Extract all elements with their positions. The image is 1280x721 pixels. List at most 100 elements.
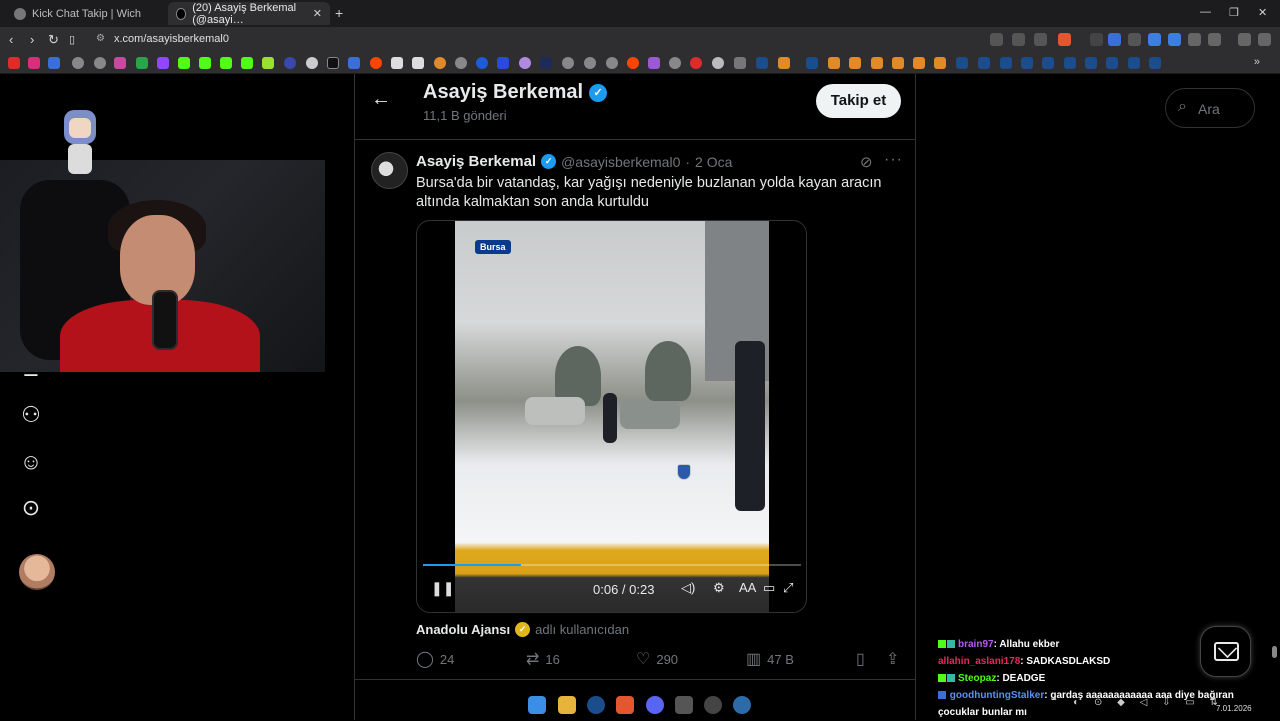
steam-icon[interactable] (587, 696, 605, 714)
bookmark-icon[interactable] (412, 57, 424, 69)
kick-icon[interactable] (199, 57, 211, 69)
wallet-icon[interactable] (1208, 33, 1221, 46)
video-source[interactable]: Anadolu Ajansı ✓ adlı kullanıcıdan (416, 622, 629, 637)
instagram-icon[interactable] (28, 57, 40, 69)
share-icon[interactable] (1034, 33, 1047, 46)
file-explorer-icon[interactable] (558, 696, 576, 714)
globe-icon[interactable] (606, 57, 618, 69)
steam-icon[interactable] (1106, 57, 1118, 69)
menu-icon[interactable] (1258, 33, 1271, 46)
steam-icon[interactable] (1021, 57, 1033, 69)
reload-icon[interactable]: ↻ (48, 32, 59, 48)
minimize-icon[interactable]: — (1200, 6, 1211, 18)
profile-icon[interactable]: ☺ (18, 449, 44, 475)
follow-button[interactable]: Takip et (816, 84, 901, 118)
playlist-icon[interactable] (1238, 33, 1251, 46)
brave-shield-icon[interactable] (1058, 33, 1071, 46)
bookmark-icon[interactable] (348, 57, 360, 69)
steam-icon[interactable] (1085, 57, 1097, 69)
grok-icon[interactable]: ⊘ (860, 153, 873, 171)
screen-icon[interactable] (990, 33, 1003, 46)
more-bookmarks-icon[interactable]: » (1254, 56, 1260, 68)
puzzle-icon[interactable] (1188, 33, 1201, 46)
discord-icon[interactable] (646, 696, 664, 714)
kick-icon[interactable] (540, 57, 552, 69)
bookmark-icon[interactable] (913, 57, 925, 69)
bookmark-icon[interactable] (434, 57, 446, 69)
steam-icon[interactable] (1149, 57, 1161, 69)
twitch-icon[interactable] (157, 57, 169, 69)
new-tab-button[interactable]: + (335, 5, 343, 21)
steam-icon[interactable] (756, 57, 768, 69)
bookmark-icon[interactable] (778, 57, 790, 69)
tab-x-profile[interactable]: (20) Asayiş Berkemal (@asayi… ✕ (168, 2, 330, 26)
fullscreen-icon[interactable]: ⤢ (783, 580, 793, 596)
bookmark-icon[interactable] (262, 57, 274, 69)
kick-icon[interactable] (178, 57, 190, 69)
forward-icon[interactable]: › (30, 32, 34, 47)
bookmark-icon[interactable] (871, 57, 883, 69)
mute-icon[interactable]: ◁) (681, 580, 695, 596)
brave-icon[interactable] (616, 696, 634, 714)
steam-icon[interactable] (956, 57, 968, 69)
reddit-icon[interactable] (370, 57, 382, 69)
bookmark-icon[interactable] (690, 57, 702, 69)
bookmark-icon[interactable]: ▯ (69, 33, 75, 46)
back-icon[interactable]: ‹ (9, 32, 13, 47)
bookmark-icon[interactable] (519, 57, 531, 69)
bookmark-icon[interactable] (712, 57, 724, 69)
bookmark-icon[interactable] (391, 57, 403, 69)
zoom-icon[interactable] (1012, 33, 1025, 46)
steam-icon[interactable] (1128, 57, 1140, 69)
bookmark-button[interactable]: ▯ (856, 649, 865, 669)
globe-icon[interactable] (455, 57, 467, 69)
avatar[interactable] (371, 152, 408, 189)
bookmark-icon[interactable] (114, 57, 126, 69)
obs-icon[interactable] (704, 696, 722, 714)
like-button[interactable]: ♡ 290 (636, 649, 678, 669)
extension-icon[interactable] (1108, 33, 1121, 46)
extension-icon[interactable] (1148, 33, 1161, 46)
globe-icon[interactable] (94, 57, 106, 69)
tab-kick-chat[interactable]: Kick Chat Takip | Wich (6, 2, 166, 25)
x-logo-icon[interactable] (327, 57, 339, 69)
scrollbar[interactable] (1272, 646, 1277, 658)
author-name[interactable]: Asayiş Berkemal (416, 153, 536, 170)
globe-icon[interactable] (72, 57, 84, 69)
bookmark-icon[interactable] (48, 57, 60, 69)
drive-icon[interactable] (136, 57, 148, 69)
extension-icon[interactable] (1128, 33, 1141, 46)
steam-icon[interactable] (978, 57, 990, 69)
extension-icon[interactable] (1168, 33, 1181, 46)
windows-start-icon[interactable] (528, 696, 546, 714)
bookmark-icon[interactable] (284, 57, 296, 69)
captions-icon[interactable]: AA (739, 580, 756, 595)
reply-button[interactable]: ◯ 24 (416, 649, 454, 669)
bookmark-icon[interactable] (892, 57, 904, 69)
url-field[interactable]: x.com/asayisberkemal0 (114, 33, 229, 45)
author-handle[interactable]: @asayisberkemal0 (561, 154, 680, 170)
bookmark-icon[interactable] (934, 57, 946, 69)
tweet[interactable]: Asayiş Berkemal ✓ @asayisberkemal0 · 2 O… (355, 140, 915, 680)
steam-icon[interactable] (1042, 57, 1054, 69)
steam-icon[interactable] (1064, 57, 1076, 69)
restore-icon[interactable]: ❐ (1229, 6, 1239, 19)
video-player[interactable]: Bursa ❚❚ 0:06 / 0:23 ◁) ⚙ AA ▭ ⤢ (416, 220, 807, 613)
bookmark-icon[interactable] (648, 57, 660, 69)
app-icon[interactable] (733, 696, 751, 714)
more-icon[interactable]: ⊙ (18, 495, 44, 521)
bookmark-icon[interactable] (306, 57, 318, 69)
site-settings-icon[interactable]: ⚙ (96, 33, 105, 44)
back-arrow-icon[interactable]: ← (371, 88, 391, 111)
repost-button[interactable]: ⇄ 16 (526, 649, 560, 669)
avatar[interactable] (19, 554, 55, 590)
views-button[interactable]: ▥ 47 B (746, 649, 794, 669)
steam-icon[interactable] (806, 57, 818, 69)
app-icon[interactable] (675, 696, 693, 714)
globe-icon[interactable] (584, 57, 596, 69)
folder-icon[interactable] (734, 57, 746, 69)
pip-icon[interactable]: ▭ (763, 580, 775, 596)
more-options-icon[interactable]: ··· (884, 151, 903, 169)
reddit-icon[interactable] (627, 57, 639, 69)
bookmark-icon[interactable] (828, 57, 840, 69)
